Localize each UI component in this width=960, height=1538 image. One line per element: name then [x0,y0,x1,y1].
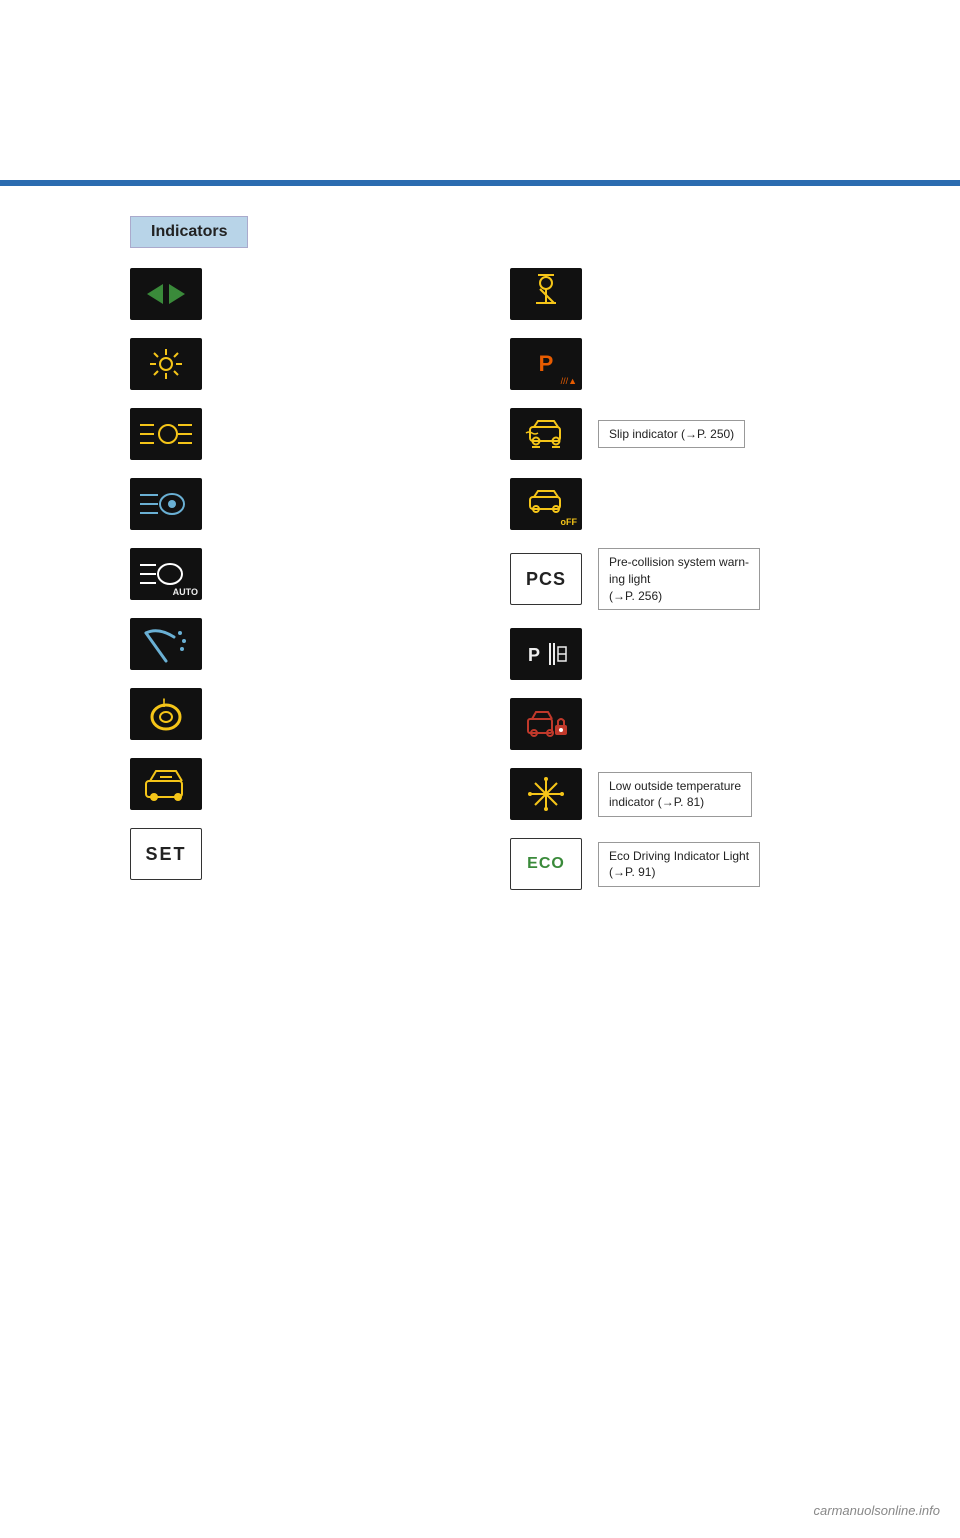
list-item: P ///▲ [510,338,830,390]
pcs-icon: PCS [510,553,582,605]
windshield-wiper-icon [130,618,202,670]
section-header-box: Indicators [130,216,248,248]
turn-signal-icon [130,268,202,320]
vsc-off-icon: oFF [510,478,582,530]
sun-svg [144,345,188,383]
pcs-callout: Pre-collision system warn- ing light (→P… [598,548,760,610]
set-label: SET [145,844,186,865]
slip-callout-text: Slip indicator (→P. 250) [609,427,734,441]
arrow-right-icon [169,284,185,304]
eco-icon: ECO [510,838,582,890]
headlight-beam-icon [130,478,202,530]
list-item [130,758,450,810]
eco-label: ECO [527,855,565,873]
auto-label: AUTO [173,587,198,597]
lock-icon [510,698,582,750]
watermark: carmanuolsonline.info [814,1503,940,1518]
list-item: oFF [510,478,830,530]
snow-callout: Low outside temperature indicator (→P. 8… [598,772,752,818]
list-item: Low outside temperature indicator (→P. 8… [510,768,830,820]
tire-pressure-icon: ! [130,688,202,740]
left-column: AUTO [130,268,450,890]
pcs-label: PCS [526,569,566,590]
highbeam-svg [136,415,196,453]
list-item: SET [130,828,450,880]
off-label: oFF [561,517,578,527]
list-item [130,338,450,390]
parking-p-label: P [539,351,554,377]
list-item [130,408,450,460]
list-item: Slip indicator (→P. 250) [510,408,830,460]
list-item [510,698,830,750]
brake-hold-svg: P [520,633,572,675]
section-title: Indicators [151,223,227,240]
list-item: AUTO [130,548,450,600]
slip-indicator-icon [510,408,582,460]
slip-svg [520,413,572,455]
maintenance-svg [140,763,192,805]
wiper-svg [138,623,194,665]
seatbelt-svg [520,273,572,315]
snow-callout-text: Low outside temperature indicator (→P. 8… [609,779,741,810]
snow-svg [520,773,572,815]
slip-callout: Slip indicator (→P. 250) [598,420,745,449]
parking-sub-label: ///▲ [561,376,577,386]
headlight-sun-icon [130,338,202,390]
set-button-icon: SET [130,828,202,880]
list-item [130,618,450,670]
high-beam-icon [130,408,202,460]
headlight-beam-svg [136,485,196,523]
section-divider [0,180,960,186]
svg-text:!: ! [162,696,166,710]
list-item: P [510,628,830,680]
auto-headlight-icon: AUTO [130,548,202,600]
tire-svg: ! [140,693,192,735]
pcs-callout-text: Pre-collision system warn- ing light (→P… [609,555,749,603]
list-item: ! [130,688,450,740]
seatbelt-icon [510,268,582,320]
arrow-left-icon [147,284,163,304]
svg-text:P: P [528,645,540,665]
maintenance-icon [130,758,202,810]
brake-hold-icon: P [510,628,582,680]
list-item [510,268,830,320]
list-item: ECO Eco Driving Indicator Light (→P. 91) [510,838,830,890]
right-column: P ///▲ [510,268,830,890]
eco-callout-text: Eco Driving Indicator Light (→P. 91) [609,849,749,880]
snow-temp-icon [510,768,582,820]
parking-icon: P ///▲ [510,338,582,390]
lock-svg [520,703,572,745]
eco-callout: Eco Driving Indicator Light (→P. 91) [598,842,760,888]
list-item [130,268,450,320]
list-item: PCS Pre-collision system warn- ing light… [510,548,830,610]
list-item [130,478,450,530]
indicators-grid: AUTO [130,268,830,890]
